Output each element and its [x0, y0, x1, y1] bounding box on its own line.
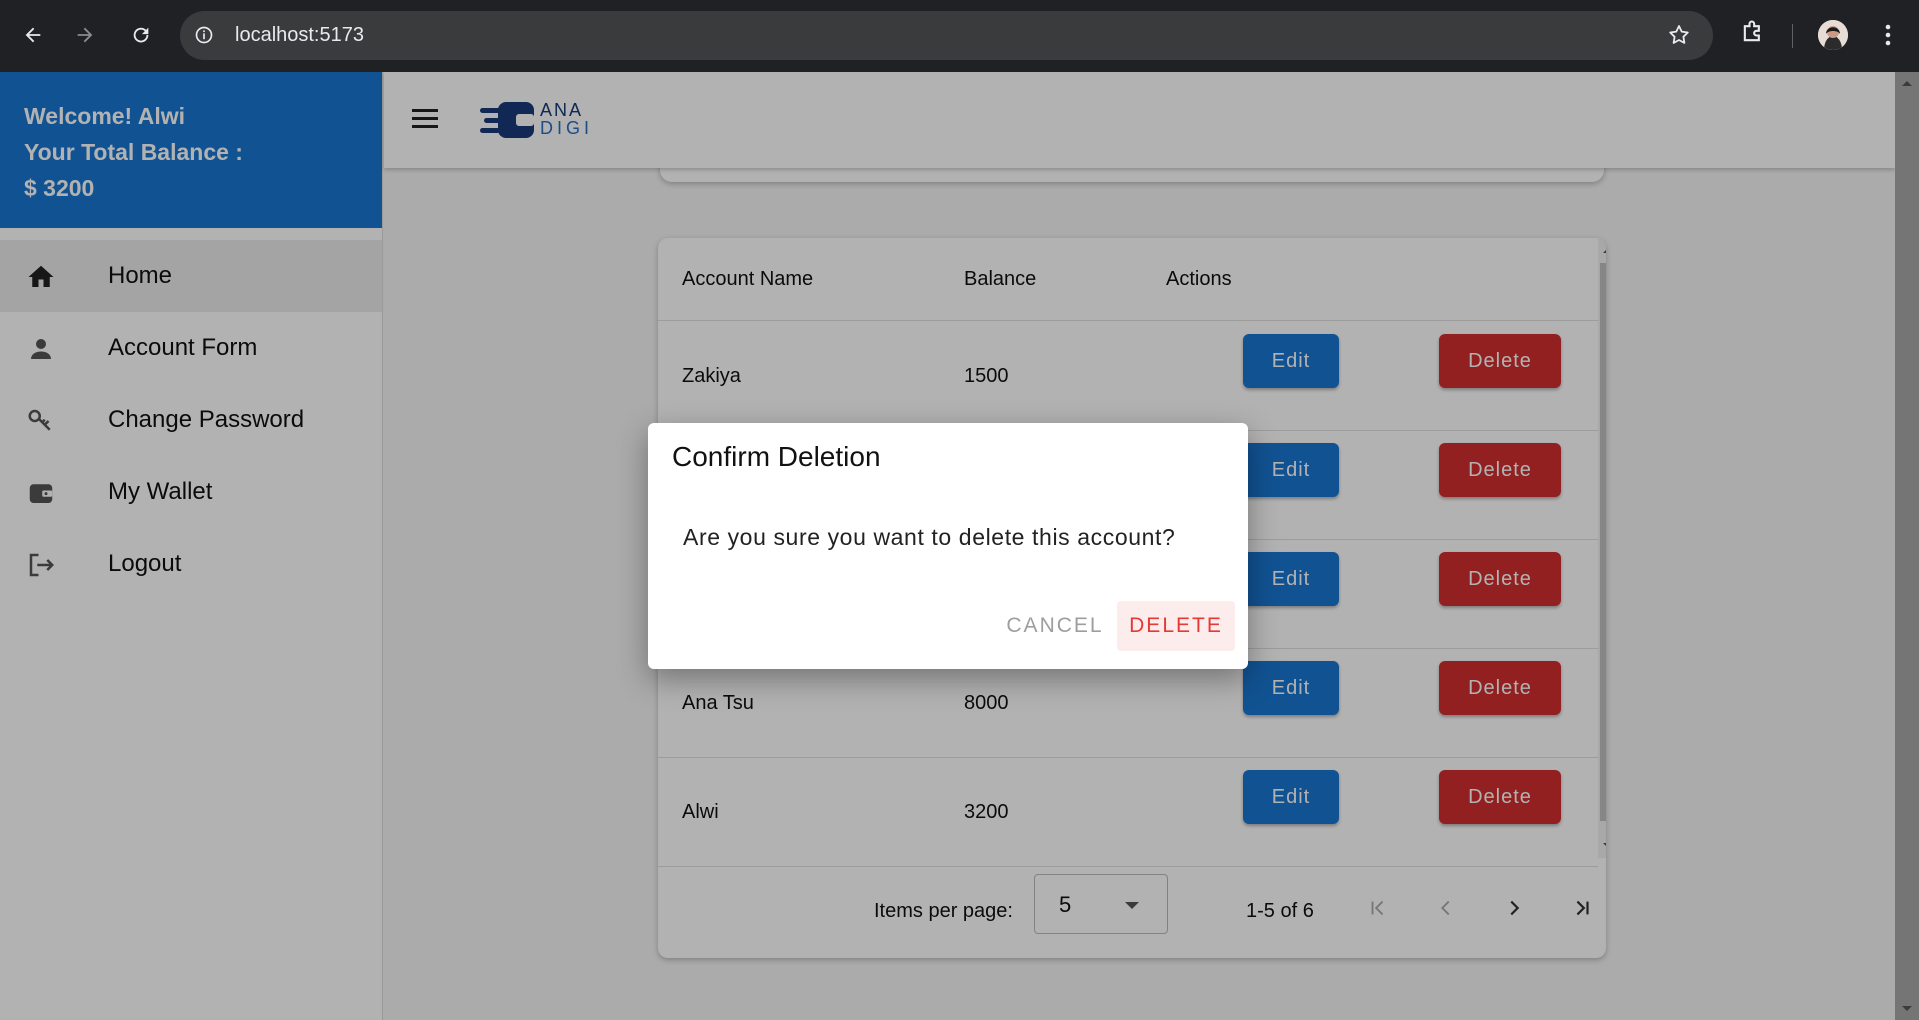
dialog-message: Are you sure you want to delete this acc… — [683, 524, 1176, 550]
bookmark-star-icon[interactable] — [1667, 23, 1691, 52]
extensions-icon[interactable] — [1739, 18, 1767, 51]
cancel-button[interactable]: CANCEL — [996, 601, 1114, 651]
toolbar-divider — [1792, 24, 1793, 48]
browser-chrome: localhost:5173 — [0, 0, 1919, 72]
reload-icon[interactable] — [124, 18, 158, 52]
address-bar[interactable]: localhost:5173 — [180, 11, 1713, 60]
site-info-icon[interactable] — [194, 25, 214, 50]
forward-icon[interactable] — [68, 18, 102, 52]
url-text: localhost:5173 — [235, 24, 364, 46]
confirm-delete-dialog: Confirm Deletion Are you sure you want t… — [648, 423, 1248, 669]
browser-menu-icon[interactable] — [1876, 18, 1900, 57]
dialog-title: Confirm Deletion — [672, 441, 881, 472]
confirm-delete-button[interactable]: DELETE — [1117, 601, 1235, 651]
back-icon[interactable] — [16, 18, 50, 52]
profile-avatar[interactable] — [1818, 20, 1848, 50]
